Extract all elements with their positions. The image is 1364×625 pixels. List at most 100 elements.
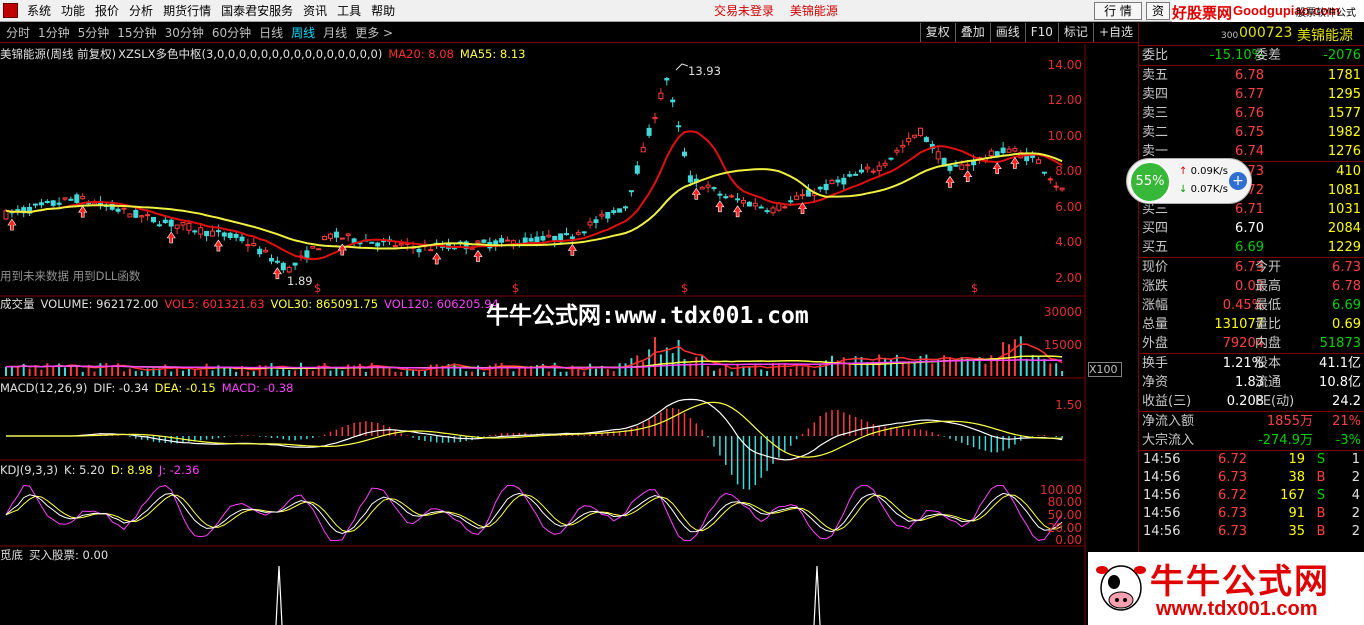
chart-area[interactable]: 美锦能源(周线 前复权) XZSLX多色中枢(3,0,0,0,0,0,0,0,0,…: [0, 44, 1122, 625]
flow-row: 大宗流入 -274.9万 -3%: [1139, 431, 1364, 450]
asks-price: 6.78: [1235, 68, 1264, 83]
macd-panel-name[interactable]: MACD(12,26,9): [0, 381, 87, 395]
buy-arrow-icon: [1010, 156, 1020, 169]
menu-news[interactable]: 资讯: [300, 0, 334, 22]
candle-body: [274, 260, 280, 263]
candle-body: [156, 224, 162, 227]
mark-button[interactable]: 标记: [1057, 23, 1093, 42]
quote-label: 涨幅: [1142, 298, 1169, 313]
candle-body: [640, 146, 646, 153]
macd-value: MACD: -0.38: [221, 381, 294, 395]
quote-button[interactable]: 行 情: [1094, 2, 1142, 20]
finance-value-2: 41.1亿: [1319, 356, 1361, 371]
menu-help[interactable]: 帮助: [368, 0, 402, 22]
kdj-panel-name[interactable]: KDJ(9,3,3): [0, 463, 58, 477]
tab-5min[interactable]: 5分钟: [74, 23, 114, 43]
candle-body: [50, 200, 56, 206]
candle-body: [263, 249, 269, 253]
menu-quote[interactable]: 报价: [92, 0, 126, 22]
bottom-panel-name[interactable]: 觅底: [0, 548, 23, 562]
candle-body: [611, 210, 617, 214]
tab-monthly[interactable]: 月线: [319, 23, 351, 43]
tick-row[interactable]: 14:56 6.73 91 B 2: [1139, 505, 1364, 523]
candle-body: [953, 164, 959, 167]
buy-arrow-icon: [691, 187, 701, 200]
stock-name: 美锦能源: [1297, 28, 1353, 44]
tick-row[interactable]: 14:56 6.72 167 S 4: [1139, 487, 1364, 505]
asks-row[interactable]: 卖三 6.76 1577: [1139, 104, 1364, 123]
tab-weekly[interactable]: 周线: [287, 23, 319, 43]
tick-row[interactable]: 14:56 6.73 38 B 2: [1139, 469, 1364, 487]
plus-icon[interactable]: +: [1229, 172, 1247, 190]
draw-button[interactable]: 画线: [989, 23, 1025, 42]
bids-row[interactable]: 买四 6.70 2084: [1139, 219, 1364, 238]
candle-body: [634, 165, 640, 174]
menu-broker-service[interactable]: 国泰君安服务: [218, 0, 300, 22]
tab-more[interactable]: 更多 >: [351, 23, 397, 43]
candle-body: [764, 210, 770, 213]
tab-15min[interactable]: 15分钟: [113, 23, 160, 43]
candle-body: [174, 224, 180, 229]
menu-system[interactable]: 系统: [24, 0, 58, 22]
weicha-value: -2076: [1323, 48, 1361, 63]
menu-bar: 系统 功能 报价 分析 期货行情 国泰君安服务 资讯 工具 帮助 交易未登录 美…: [0, 0, 1364, 22]
menu-tools[interactable]: 工具: [334, 0, 368, 22]
buy-arrow-icon: [963, 170, 973, 182]
price-tick-8: 8.00: [1055, 164, 1082, 178]
speed-percent[interactable]: 55%: [1129, 161, 1171, 203]
tick-list[interactable]: 14:56 6.72 19 S 1 14:56 6.73 38 B 2 14:56 6.72 167 S 4…: [1139, 451, 1364, 541]
candle-body: [658, 92, 664, 100]
candle-body: [947, 165, 953, 171]
candle-body: [215, 230, 221, 233]
tick-time: 14:56: [1143, 506, 1181, 521]
dollar-marker-4: $: [971, 281, 979, 295]
tab-60min[interactable]: 60分钟: [208, 23, 255, 43]
download-speed: ↓ 0.07K/s: [1179, 184, 1228, 195]
candle-body: [853, 173, 859, 176]
candle-body: [481, 239, 487, 243]
asks-row[interactable]: 卖四 6.77 1295: [1139, 85, 1364, 104]
overlay-button[interactable]: 叠加: [954, 23, 990, 42]
bids-volume: 410: [1336, 164, 1361, 179]
flow-pct: -3%: [1335, 433, 1361, 448]
candle-body: [912, 134, 918, 138]
tick-row[interactable]: 14:56 6.73 35 B 2: [1139, 523, 1364, 541]
flow-label: 净流入额: [1142, 414, 1195, 429]
tab-1min[interactable]: 1分钟: [34, 23, 74, 43]
quote-label-2: 最低: [1255, 298, 1282, 313]
adjust-button[interactable]: 复权: [919, 23, 955, 42]
candle-body: [33, 203, 38, 206]
network-speed-widget[interactable]: 55% ↑ 0.09K/s ↓ 0.07K/s +: [1126, 158, 1252, 204]
asks-label: 卖二: [1142, 125, 1169, 140]
quote-row: 现价 6.73 今开 6.73: [1139, 258, 1364, 277]
tab-30min[interactable]: 30分钟: [161, 23, 208, 43]
tick-row[interactable]: 14:56 6.72 19 S 1: [1139, 451, 1364, 469]
candle-body: [788, 200, 794, 203]
tick-price: 6.73: [1218, 506, 1247, 521]
menu-futures[interactable]: 期货行情: [160, 0, 218, 22]
f10-button[interactable]: F10: [1024, 23, 1058, 42]
indicator-formula[interactable]: XZSLX多色中枢(3,0,0,0,0,0,0,0,0,0,0,0,0,0,0,…: [118, 47, 382, 61]
candle-body: [823, 183, 829, 191]
bids-row[interactable]: 买五 6.69 1229: [1139, 238, 1364, 257]
asks-row[interactable]: 卖五 6.78 1781: [1139, 66, 1364, 85]
tab-daily[interactable]: 日线: [255, 23, 287, 43]
candle-body: [162, 219, 168, 223]
menu-analysis[interactable]: 分析: [126, 0, 160, 22]
candle-body: [56, 202, 62, 205]
add-watchlist-button[interactable]: +自选: [1092, 23, 1138, 42]
candle-body: [310, 246, 316, 249]
asks-row[interactable]: 卖二 6.75 1982: [1139, 123, 1364, 142]
candle-body: [540, 235, 546, 241]
candle-body: [280, 262, 286, 271]
volume-panel-name[interactable]: 成交量: [0, 297, 35, 311]
candle-body: [322, 236, 328, 241]
site-logo: 好股票网 Goodgupiao.com 股票软件公式: [1172, 0, 1364, 22]
menu-function[interactable]: 功能: [58, 0, 92, 22]
trade-button[interactable]: 资: [1146, 2, 1170, 20]
bids-price: 6.69: [1235, 240, 1264, 255]
kline-chart-svg[interactable]: [0, 44, 1086, 625]
candle-body: [664, 78, 670, 81]
tab-timeshare[interactable]: 分时: [2, 23, 34, 43]
login-status[interactable]: 交易未登录: [714, 4, 774, 18]
